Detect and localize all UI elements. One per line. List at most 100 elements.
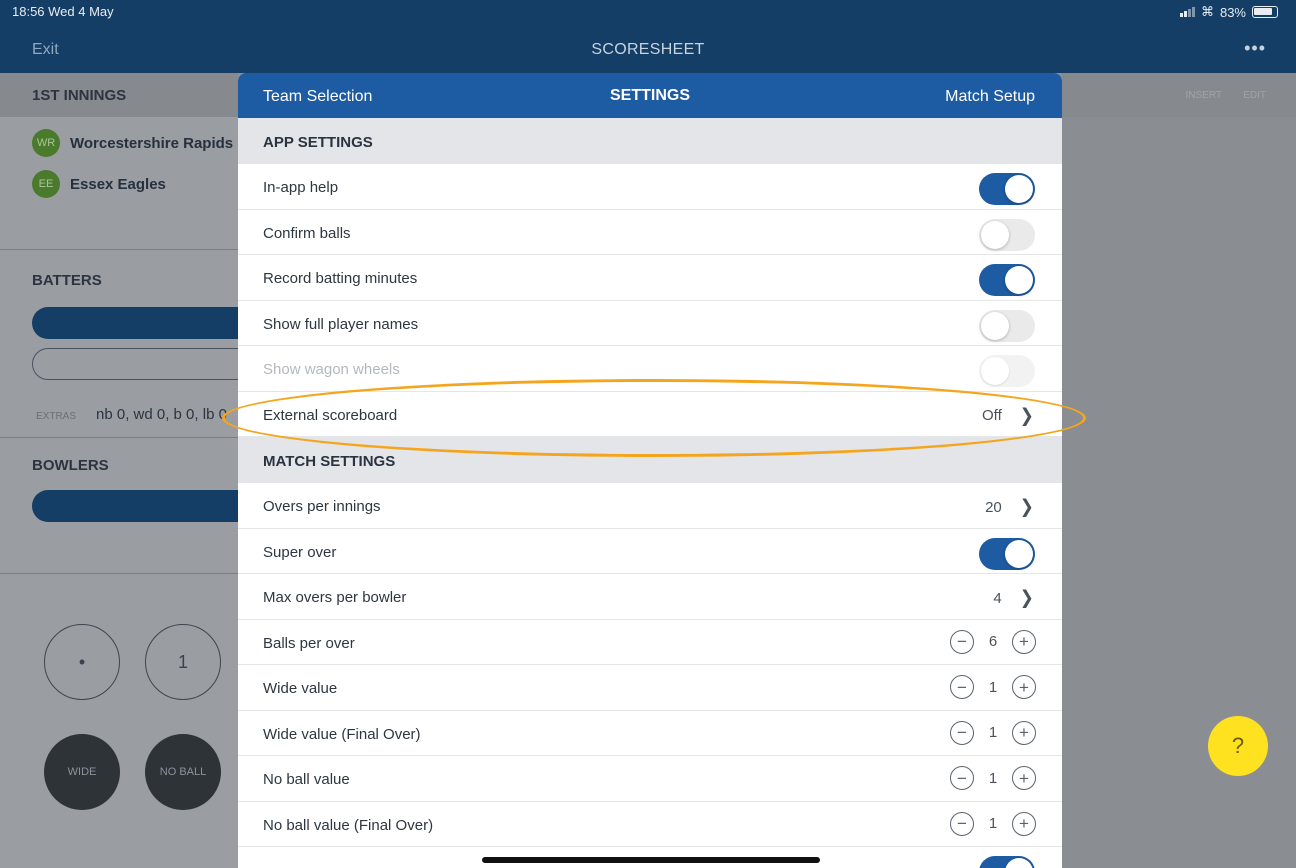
overs-per-innings-label: Overs per innings bbox=[263, 498, 381, 515]
home-indicator[interactable] bbox=[482, 857, 820, 863]
record-batting-minutes-toggle[interactable] bbox=[979, 264, 1035, 296]
no-ball-value-label: No ball value bbox=[263, 771, 350, 788]
show-wagon-wheels-row: Show wagon wheels bbox=[238, 346, 1062, 392]
top-bar: 18:56 Wed 4 May ⌘ 83% Exit SCORESHEET ••… bbox=[0, 0, 1296, 73]
wifi-icon: ⌘ bbox=[1200, 4, 1214, 19]
extras-value: nb 0, wd 0, b 0, lb 0 bbox=[96, 406, 227, 423]
show-full-player-names-label: Show full player names bbox=[263, 315, 419, 333]
balls-per-over-row: Balls per over − 6 + bbox=[238, 620, 1062, 665]
signal-icon bbox=[1179, 7, 1195, 17]
balls-per-over-stepper: − 6 + bbox=[950, 629, 1036, 654]
confirm-balls-label: Confirm balls bbox=[263, 224, 351, 242]
batters-header: BATTERS bbox=[32, 272, 102, 289]
team-row-batting: WR Worcestershire Rapids bbox=[32, 129, 233, 157]
batter-nonstriker-slot[interactable] bbox=[32, 348, 262, 380]
settings-modal: Team Selection SETTINGS Match Setup APP … bbox=[238, 73, 1062, 868]
no-ball-value-final-label: No ball value (Final Over) bbox=[263, 816, 434, 834]
team-badge: WR bbox=[32, 129, 60, 157]
external-scoreboard-label: External scoreboard bbox=[263, 406, 398, 424]
no-ball-value-row: No ball value − 1 + bbox=[238, 756, 1062, 802]
battery-icon bbox=[1252, 6, 1278, 18]
help-button[interactable]: ? bbox=[1208, 716, 1268, 776]
no-ball-value-stepper: − 1 + bbox=[950, 766, 1036, 790]
show-full-player-names-row: Show full player names bbox=[238, 301, 1062, 346]
super-over-label: Super over bbox=[263, 543, 337, 561]
insert-button[interactable]: INSERT bbox=[1186, 90, 1223, 101]
no-ball-button[interactable]: NO BALL bbox=[145, 734, 221, 810]
plus-icon[interactable]: + bbox=[1012, 675, 1036, 699]
wide-value-row: Wide value − 1 + bbox=[238, 665, 1062, 711]
dot-ball-button[interactable]: • bbox=[44, 624, 120, 700]
wide-value-final-label: Wide value (Final Over) bbox=[263, 725, 421, 743]
extras-label: EXTRAS bbox=[36, 411, 77, 422]
batter-striker-slot[interactable] bbox=[32, 307, 262, 339]
bowlers-header: BOWLERS bbox=[32, 457, 109, 474]
minus-icon[interactable]: − bbox=[950, 720, 974, 745]
wide-value-final-stepper: − 1 + bbox=[950, 720, 1036, 745]
team-name: Essex Eagles bbox=[70, 175, 166, 193]
one-run-button[interactable]: 1 bbox=[145, 624, 221, 700]
no-ball-value-number: 1 bbox=[988, 769, 998, 787]
wide-value-stepper: − 1 + bbox=[950, 675, 1036, 699]
max-overs-per-bowler-label: Max overs per bowler bbox=[263, 589, 407, 606]
super-over-toggle[interactable] bbox=[979, 537, 1035, 570]
wide-value-label: Wide value bbox=[263, 680, 338, 697]
wide-button[interactable]: WIDE bbox=[44, 734, 120, 810]
minus-icon[interactable]: − bbox=[950, 766, 974, 790]
team-badge: EE bbox=[32, 170, 60, 198]
bowler-slot[interactable] bbox=[32, 490, 262, 522]
max-overs-per-bowler-number: 4 bbox=[993, 589, 1002, 607]
chevron-right-icon: ❯ bbox=[1019, 496, 1034, 517]
more-options-button[interactable]: ••• bbox=[1244, 38, 1266, 59]
external-scoreboard-row[interactable]: External scoreboard Off ❯ bbox=[238, 392, 1062, 437]
chevron-right-icon: ❯ bbox=[1019, 404, 1034, 426]
overs-per-innings-number: 20 bbox=[985, 498, 1002, 516]
partial-row-toggle[interactable] bbox=[979, 856, 1035, 868]
team-row-bowling: EE Essex Eagles bbox=[32, 170, 166, 198]
edit-button[interactable]: EDIT bbox=[1243, 90, 1266, 101]
wide-value-number: 1 bbox=[988, 678, 998, 696]
page-title: SCORESHEET bbox=[591, 41, 705, 58]
show-wagon-wheels-toggle bbox=[979, 355, 1035, 387]
record-batting-minutes-row: Record batting minutes bbox=[238, 255, 1062, 301]
show-full-player-names-toggle[interactable] bbox=[979, 309, 1035, 342]
confirm-balls-row: Confirm balls bbox=[238, 210, 1062, 255]
innings-header: 1ST INNINGS bbox=[0, 73, 238, 117]
in-app-help-label: In-app help bbox=[263, 179, 339, 196]
plus-icon[interactable]: + bbox=[1012, 629, 1036, 654]
overs-per-innings-value: 20 ❯ bbox=[985, 496, 1034, 517]
app-settings-header: APP SETTINGS bbox=[238, 118, 1062, 164]
scoresheet-right-header: INSERT EDIT bbox=[1062, 73, 1296, 117]
match-settings-header: MATCH SETTINGS bbox=[238, 437, 1062, 483]
super-over-row: Super over bbox=[238, 529, 1062, 574]
record-batting-minutes-label: Record batting minutes bbox=[263, 270, 418, 287]
minus-icon[interactable]: − bbox=[950, 675, 974, 699]
plus-icon[interactable]: + bbox=[1012, 766, 1036, 790]
plus-icon[interactable]: + bbox=[1012, 720, 1036, 745]
status-icons: ⌘ 83% bbox=[1179, 4, 1278, 20]
external-scoreboard-value: Off ❯ bbox=[982, 404, 1034, 426]
confirm-balls-toggle[interactable] bbox=[979, 218, 1035, 251]
no-ball-value-final-row: No ball value (Final Over) − 1 + bbox=[238, 802, 1062, 847]
wide-value-final-row: Wide value (Final Over) − 1 + bbox=[238, 711, 1062, 756]
no-ball-value-final-number: 1 bbox=[988, 815, 998, 832]
balls-per-over-label: Balls per over bbox=[263, 634, 355, 652]
max-overs-per-bowler-row[interactable]: Max overs per bowler 4 ❯ bbox=[238, 574, 1062, 620]
settings-title: SETTINGS bbox=[609, 87, 690, 104]
minus-icon[interactable]: − bbox=[950, 629, 974, 654]
status-time: 18:56 Wed 4 May bbox=[12, 4, 114, 19]
divider bbox=[0, 249, 238, 250]
show-wagon-wheels-label: Show wagon wheels bbox=[263, 361, 400, 378]
minus-icon[interactable]: − bbox=[950, 811, 974, 836]
in-app-help-toggle[interactable] bbox=[979, 173, 1035, 205]
screen: 18:56 Wed 4 May ⌘ 83% Exit SCORESHEET ••… bbox=[0, 0, 1296, 868]
settings-nav-bar: Team Selection SETTINGS Match Setup bbox=[238, 73, 1062, 118]
external-scoreboard-state: Off bbox=[982, 407, 1002, 424]
plus-icon[interactable]: + bbox=[1012, 811, 1036, 836]
wide-value-final-number: 1 bbox=[988, 724, 998, 741]
overs-per-innings-row[interactable]: Overs per innings 20 ❯ bbox=[238, 483, 1062, 529]
divider bbox=[0, 573, 238, 574]
in-app-help-row: In-app help bbox=[238, 164, 1062, 210]
match-setup-button[interactable]: Match Setup bbox=[945, 88, 1035, 106]
no-ball-value-final-stepper: − 1 + bbox=[950, 811, 1036, 836]
